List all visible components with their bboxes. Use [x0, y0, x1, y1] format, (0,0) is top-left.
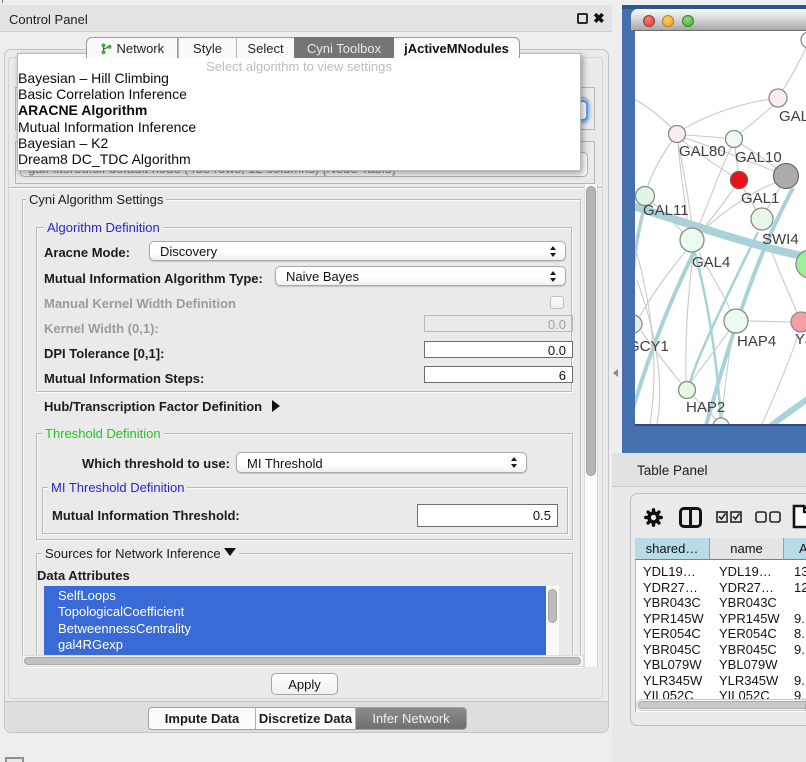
svg-text:HAP2: HAP2 — [686, 399, 725, 416]
svg-text:YJ: YJ — [795, 331, 806, 348]
svg-text:GAL7: GAL7 — [779, 108, 806, 125]
svg-text:GAL80: GAL80 — [679, 143, 726, 160]
svg-text:GAL1: GAL1 — [741, 190, 779, 207]
svg-text:GCY1: GCY1 — [635, 338, 669, 355]
svg-text:GAL4: GAL4 — [692, 254, 730, 271]
svg-text:GAL11: GAL11 — [643, 202, 689, 219]
svg-text:SWI4: SWI4 — [762, 231, 799, 248]
svg-text:HAP4: HAP4 — [737, 333, 776, 350]
svg-text:GAL10: GAL10 — [735, 149, 782, 166]
